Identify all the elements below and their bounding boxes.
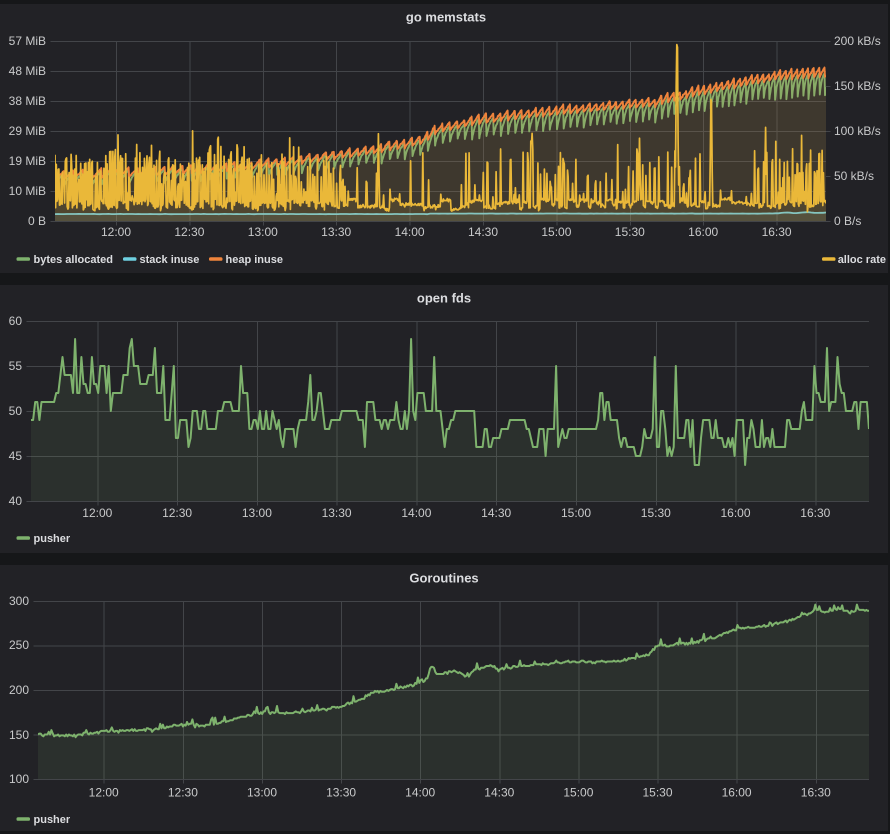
svg-text:bytes allocated: bytes allocated	[34, 254, 113, 266]
svg-text:15:30: 15:30	[642, 786, 672, 800]
svg-text:heap inuse: heap inuse	[226, 254, 283, 266]
svg-text:200: 200	[9, 683, 29, 697]
svg-text:48 MiB: 48 MiB	[9, 64, 46, 78]
svg-text:13:00: 13:00	[248, 225, 278, 239]
svg-text:55: 55	[9, 359, 23, 373]
svg-text:15:00: 15:00	[561, 506, 591, 520]
svg-text:60: 60	[9, 314, 23, 328]
svg-text:13:30: 13:30	[322, 506, 352, 520]
svg-text:open fds: open fds	[417, 291, 471, 306]
svg-text:12:00: 12:00	[89, 786, 119, 800]
svg-text:stack inuse: stack inuse	[140, 254, 200, 266]
svg-text:13:30: 13:30	[326, 786, 356, 800]
svg-text:50 kB/s: 50 kB/s	[834, 169, 874, 183]
svg-text:100: 100	[9, 772, 29, 786]
svg-text:12:30: 12:30	[174, 225, 204, 239]
svg-text:12:30: 12:30	[168, 786, 198, 800]
svg-text:14:30: 14:30	[484, 786, 514, 800]
svg-text:go memstats: go memstats	[406, 10, 486, 25]
svg-text:250: 250	[9, 638, 29, 652]
svg-text:12:00: 12:00	[82, 506, 112, 520]
svg-text:pusher: pusher	[34, 533, 71, 545]
svg-text:12:30: 12:30	[162, 506, 192, 520]
svg-text:16:00: 16:00	[720, 506, 750, 520]
svg-text:16:30: 16:30	[762, 225, 792, 239]
svg-text:14:00: 14:00	[405, 786, 435, 800]
svg-text:14:00: 14:00	[395, 225, 425, 239]
svg-text:Goroutines: Goroutines	[409, 571, 478, 586]
svg-text:150 kB/s: 150 kB/s	[834, 79, 881, 93]
svg-text:100 kB/s: 100 kB/s	[834, 124, 881, 138]
svg-text:16:30: 16:30	[800, 506, 830, 520]
svg-text:14:30: 14:30	[468, 225, 498, 239]
svg-text:15:30: 15:30	[641, 506, 671, 520]
svg-text:40: 40	[9, 494, 23, 508]
svg-text:16:00: 16:00	[688, 225, 718, 239]
svg-text:38 MiB: 38 MiB	[9, 94, 46, 108]
svg-text:50: 50	[9, 404, 23, 418]
svg-text:15:00: 15:00	[541, 225, 571, 239]
svg-text:200 kB/s: 200 kB/s	[834, 34, 881, 48]
svg-text:19 MiB: 19 MiB	[9, 154, 46, 168]
svg-text:15:00: 15:00	[563, 786, 593, 800]
svg-text:alloc rate: alloc rate	[838, 254, 886, 266]
svg-text:13:30: 13:30	[321, 225, 351, 239]
svg-text:150: 150	[9, 728, 29, 742]
svg-text:29 MiB: 29 MiB	[9, 124, 46, 138]
svg-text:10 MiB: 10 MiB	[9, 184, 46, 198]
svg-text:14:00: 14:00	[401, 506, 431, 520]
svg-text:45: 45	[9, 449, 23, 463]
svg-text:13:00: 13:00	[242, 506, 272, 520]
svg-text:0 B/s: 0 B/s	[834, 214, 861, 228]
svg-text:16:30: 16:30	[801, 786, 831, 800]
svg-text:300: 300	[9, 594, 29, 608]
svg-text:12:00: 12:00	[101, 225, 131, 239]
svg-text:13:00: 13:00	[247, 786, 277, 800]
svg-text:14:30: 14:30	[481, 506, 511, 520]
svg-text:0 B: 0 B	[28, 214, 46, 228]
svg-text:16:00: 16:00	[722, 786, 752, 800]
svg-text:57 MiB: 57 MiB	[9, 34, 46, 48]
svg-text:pusher: pusher	[34, 814, 71, 826]
svg-text:15:30: 15:30	[615, 225, 645, 239]
